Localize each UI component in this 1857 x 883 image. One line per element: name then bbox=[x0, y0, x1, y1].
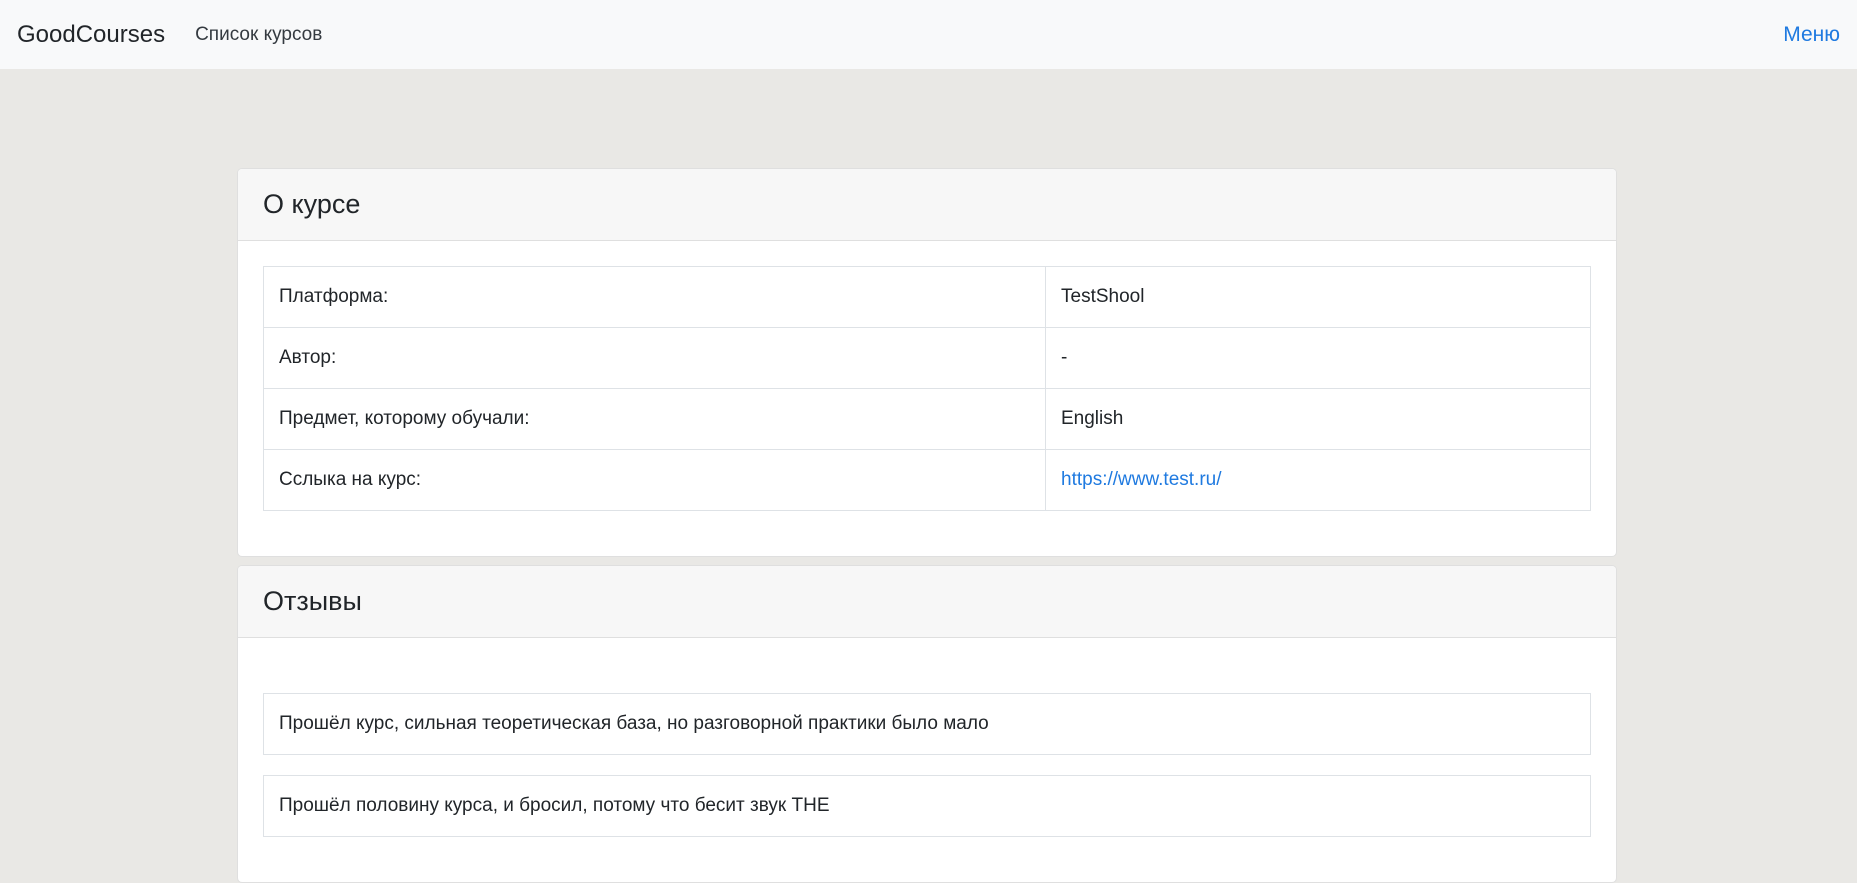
table-row-course-link: Сслыка на курс: https://www.test.ru/ bbox=[263, 449, 1591, 511]
course-info-card: О курсе Платформа: TestShool Автор: - Пр… bbox=[237, 168, 1617, 557]
table-row-subject: Предмет, которому обучали: English bbox=[263, 388, 1591, 450]
author-value: - bbox=[1045, 327, 1591, 389]
reviews-title: Отзывы bbox=[238, 566, 1616, 638]
review-item: Прошёл половину курса, и бросил, потому … bbox=[263, 775, 1591, 837]
table-row-platform: Платформа: TestShool bbox=[263, 266, 1591, 328]
subject-label: Предмет, которому обучали: bbox=[263, 388, 1046, 450]
subject-value: English bbox=[1045, 388, 1591, 450]
course-url-link[interactable]: https://www.test.ru/ bbox=[1061, 469, 1222, 490]
course-info-body: Платформа: TestShool Автор: - Предмет, к… bbox=[238, 241, 1616, 536]
author-label: Автор: bbox=[263, 327, 1046, 389]
course-info-table: Платформа: TestShool Автор: - Предмет, к… bbox=[263, 266, 1591, 511]
course-info-title: О курсе bbox=[238, 169, 1616, 241]
review-item: Прошёл курс, сильная теоретическая база,… bbox=[263, 693, 1591, 755]
platform-label: Платформа: bbox=[263, 266, 1046, 328]
nav-link-courses-list[interactable]: Список курсов bbox=[195, 24, 322, 46]
brand-logo-link[interactable]: GoodCourses bbox=[17, 21, 165, 49]
platform-value: TestShool bbox=[1045, 266, 1591, 328]
course-link-label: Сслыка на курс: bbox=[263, 449, 1046, 511]
reviews-card: Отзывы Прошёл курс, сильная теоретическа… bbox=[237, 565, 1617, 883]
menu-link[interactable]: Меню bbox=[1783, 23, 1840, 47]
reviews-body: Прошёл курс, сильная теоретическая база,… bbox=[238, 638, 1616, 882]
navbar: GoodCourses Список курсов Меню bbox=[0, 0, 1857, 69]
table-row-author: Автор: - bbox=[263, 327, 1591, 389]
course-link-cell: https://www.test.ru/ bbox=[1045, 449, 1591, 511]
